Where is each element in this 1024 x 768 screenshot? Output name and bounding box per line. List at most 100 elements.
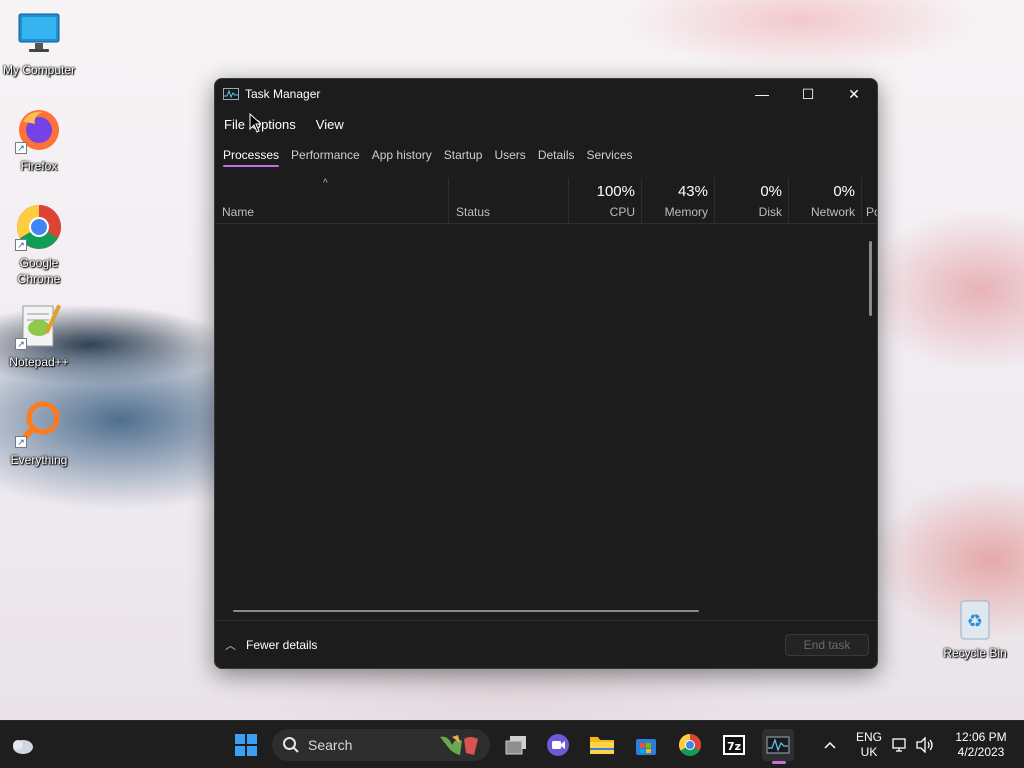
network-icon bbox=[892, 738, 906, 752]
widgets-button[interactable] bbox=[6, 729, 38, 761]
task-manager-taskbar-button[interactable] bbox=[762, 729, 794, 761]
desktop-icon-label: Notepad++ bbox=[9, 355, 69, 369]
notepad-plus-plus-icon: ↗ bbox=[15, 302, 63, 350]
desktop-icon-firefox[interactable]: ↗ Firefox bbox=[0, 106, 78, 174]
chrome-taskbar-button[interactable] bbox=[674, 729, 706, 761]
task-view-button[interactable] bbox=[500, 729, 532, 761]
close-button[interactable]: ✕ bbox=[831, 79, 877, 109]
menu-file[interactable]: File bbox=[223, 115, 246, 134]
column-header-memory[interactable]: 43% Memory bbox=[642, 178, 715, 224]
column-label: Network bbox=[810, 205, 855, 219]
desktop-icon-notepad-plus-plus[interactable]: ↗ Notepad++ bbox=[0, 302, 78, 370]
chat-icon bbox=[547, 734, 569, 756]
task-manager-icon bbox=[223, 88, 239, 100]
end-task-button[interactable]: End task bbox=[785, 634, 869, 656]
tab-processes[interactable]: Processes bbox=[223, 146, 280, 167]
task-view-icon bbox=[505, 736, 526, 755]
shortcut-arrow-icon: ↗ bbox=[15, 338, 27, 350]
desktop-icon-everything[interactable]: ↗ Everything bbox=[0, 400, 78, 468]
desktop-icon-my-computer[interactable]: My Computer bbox=[0, 10, 78, 78]
7zip-icon: 7z bbox=[723, 735, 745, 755]
column-header-name[interactable]: ^ Name bbox=[215, 178, 449, 224]
volume-icon bbox=[916, 737, 933, 753]
show-hidden-icons-button[interactable] bbox=[814, 729, 846, 761]
file-explorer-button[interactable] bbox=[586, 729, 618, 761]
chevron-up-icon: ︿ bbox=[225, 639, 236, 652]
tab-app-history[interactable]: App history bbox=[372, 146, 432, 164]
desktop-icon-label: My Computer bbox=[2, 63, 76, 77]
teams-chat-button[interactable] bbox=[542, 729, 574, 761]
svg-text:♻: ♻ bbox=[967, 611, 983, 632]
tab-strip: Processes Performance App history Startu… bbox=[215, 141, 877, 169]
tab-users[interactable]: Users bbox=[494, 146, 525, 164]
tab-startup[interactable]: Startup bbox=[444, 146, 483, 164]
active-app-indicator bbox=[772, 761, 786, 764]
search-highlight-icon bbox=[440, 735, 478, 755]
column-header-network[interactable]: 0% Network bbox=[789, 178, 862, 224]
memory-percent: 43% bbox=[677, 183, 708, 200]
vertical-scrollbar[interactable] bbox=[869, 241, 872, 316]
clock-time: 12:06 PM bbox=[955, 730, 1007, 744]
column-label: Memory bbox=[664, 205, 708, 219]
weather-cloud-icon bbox=[13, 740, 33, 754]
monitor-icon bbox=[15, 10, 63, 58]
disk-percent: 0% bbox=[760, 183, 782, 200]
shortcut-arrow-icon: ↗ bbox=[15, 239, 27, 251]
language-line-2: UK bbox=[860, 745, 878, 759]
recycle-bin-icon: ♻ bbox=[955, 597, 995, 641]
column-label: Disk bbox=[758, 205, 782, 219]
network-percent: 0% bbox=[833, 183, 855, 200]
store-icon bbox=[636, 739, 656, 755]
folder-icon bbox=[590, 737, 614, 754]
chevron-up-icon bbox=[824, 741, 836, 749]
shortcut-arrow-icon: ↗ bbox=[15, 142, 27, 154]
desktop-icon-recycle-bin[interactable]: ♻ Recycle Bin bbox=[936, 597, 1014, 661]
chrome-icon bbox=[679, 734, 701, 756]
column-header-status[interactable]: Status bbox=[449, 178, 569, 224]
7zip-button[interactable]: 7z bbox=[718, 729, 750, 761]
desktop-icon-label: Firefox bbox=[20, 159, 58, 173]
column-header-row: ^ Name Status 100% CPU 43% Memory 0% Dis… bbox=[215, 178, 877, 224]
maximize-button[interactable]: ☐ bbox=[785, 79, 831, 109]
desktop-icon-label: Google Chrome bbox=[17, 256, 61, 286]
column-header-disk[interactable]: 0% Disk bbox=[715, 178, 789, 224]
footer-bar: ︿ Fewer details End task bbox=[215, 620, 877, 668]
cpu-percent: 100% bbox=[596, 183, 635, 200]
mouse-cursor-icon bbox=[249, 113, 261, 133]
menu-bar: File Options View bbox=[215, 109, 877, 139]
minimize-button[interactable]: — bbox=[739, 79, 785, 109]
desktop-icon-google-chrome[interactable]: ↗ Google Chrome bbox=[0, 203, 78, 287]
language-indicator[interactable]: ENG UK bbox=[852, 730, 886, 760]
column-label: CPU bbox=[609, 205, 635, 219]
column-label: Status bbox=[456, 205, 491, 219]
svg-text:7z: 7z bbox=[727, 740, 741, 753]
fewer-details-button[interactable]: ︿ Fewer details bbox=[225, 637, 317, 653]
column-header-cpu[interactable]: 100% CPU bbox=[569, 178, 642, 224]
taskbar-search[interactable]: Search bbox=[272, 729, 490, 761]
clock-date: 4/2/2023 bbox=[957, 745, 1005, 759]
firefox-icon: ↗ bbox=[15, 106, 63, 154]
task-manager-window: Task Manager — ☐ ✕ File Options View Pro… bbox=[214, 78, 878, 669]
horizontal-scrollbar[interactable] bbox=[233, 610, 699, 612]
volume-tray-button[interactable] bbox=[914, 729, 936, 761]
start-button[interactable] bbox=[230, 729, 262, 761]
column-label: Name bbox=[222, 205, 255, 219]
title-bar[interactable]: Task Manager — ☐ ✕ bbox=[215, 79, 877, 109]
tab-performance[interactable]: Performance bbox=[291, 146, 360, 164]
chrome-icon: ↗ bbox=[15, 203, 63, 251]
shortcut-arrow-icon: ↗ bbox=[15, 436, 27, 448]
task-manager-icon bbox=[766, 736, 790, 754]
windows-logo-icon bbox=[235, 734, 257, 756]
search-label: Search bbox=[308, 737, 353, 753]
microsoft-store-button[interactable] bbox=[630, 729, 662, 761]
tab-services[interactable]: Services bbox=[587, 146, 633, 164]
column-label: Po bbox=[866, 205, 877, 219]
desktop-icon-label: Everything bbox=[10, 453, 68, 467]
column-header-power[interactable]: Po bbox=[862, 178, 877, 224]
menu-view[interactable]: View bbox=[315, 115, 345, 134]
network-tray-button[interactable] bbox=[890, 729, 910, 761]
sort-ascending-icon: ^ bbox=[323, 178, 328, 189]
clock[interactable]: 12:06 PM 4/2/2023 bbox=[946, 730, 1016, 760]
tab-details[interactable]: Details bbox=[538, 146, 575, 164]
fewer-details-label: Fewer details bbox=[246, 637, 318, 652]
